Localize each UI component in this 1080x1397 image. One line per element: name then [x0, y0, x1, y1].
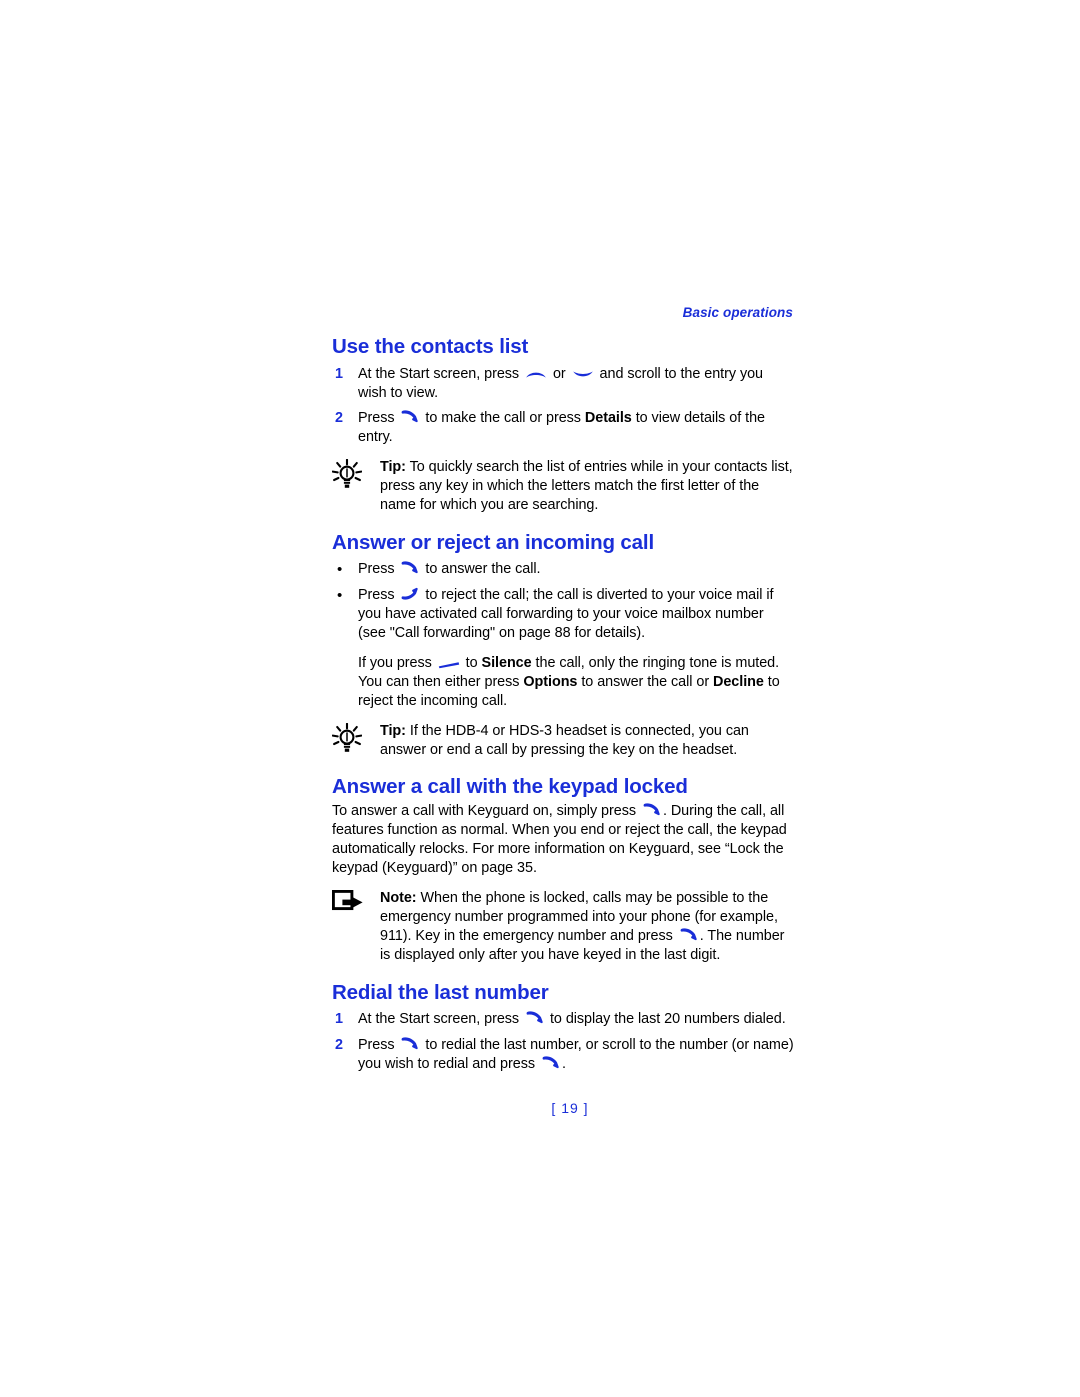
list-item: 1 At the Start screen, press to display … [332, 1010, 794, 1029]
note-callout: Note: When the phone is locked, calls ma… [332, 889, 794, 965]
selection-key-icon [438, 660, 460, 669]
list-marker: 2 [335, 410, 344, 427]
tip-text: To quickly search the list of entries wh… [380, 459, 793, 514]
heading-answer-or-reject-an-incoming-call: Answer or reject an incoming call [332, 530, 655, 554]
keyguard-paragraph: To answer a call with Keyguard on, simpl… [332, 802, 787, 877]
list-item: 1 At the Start screen, press or and scro… [332, 365, 794, 403]
emphasis-text: Options [523, 673, 578, 690]
note-callout-text: Note: When the phone is locked, calls ma… [380, 889, 794, 965]
emphasis-text: Silence [481, 654, 532, 671]
note-label: Note: [380, 890, 417, 907]
list-item-text: Press to reject the call; the call is di… [358, 586, 774, 642]
manual-page: Basic operations Use the contacts list 1… [0, 0, 1080, 1397]
end-key-icon [400, 586, 419, 601]
list-item: 2 Press to redial the last number, or sc… [332, 1036, 794, 1074]
tip-label: Tip: [380, 722, 406, 739]
emphasis-text: Decline [713, 673, 764, 690]
list-marker: 1 [335, 1011, 344, 1028]
lightbulb-tip-icon [332, 722, 380, 755]
list-item-text: At the Start screen, press or and scroll… [358, 365, 763, 402]
page-content: Basic operations Use the contacts list 1… [332, 305, 794, 1116]
list-marker: • [337, 587, 343, 605]
call-key-icon [642, 802, 661, 817]
list-marker: 2 [335, 1036, 344, 1053]
list-item: • Press to reject the call; the call is … [332, 586, 794, 643]
list-item: • Press to answer the call. [332, 560, 794, 580]
list-item-text: Press to answer the call. [358, 560, 541, 578]
call-key-icon [679, 927, 698, 942]
tip-callout: Tip: If the HDB-4 or HDS-3 headset is co… [332, 722, 794, 760]
page-number: [ 19 ] [551, 1099, 589, 1116]
tip-callout-text: Tip: To quickly search the list of entri… [380, 458, 794, 515]
scroll-up-key-icon [525, 369, 547, 380]
tip-callout-text: Tip: If the HDB-4 or HDS-3 headset is co… [380, 722, 794, 760]
tip-label: Tip: [380, 459, 406, 476]
call-key-icon [525, 1010, 544, 1025]
emphasis-text: Details [584, 410, 632, 427]
list-item: 2 Press to make the call or press Detail… [332, 409, 794, 447]
heading-redial-the-last-number: Redial the last number [332, 980, 549, 1004]
running-header: Basic operations [682, 305, 793, 320]
list-marker: • [337, 561, 343, 579]
call-key-icon [541, 1055, 560, 1070]
list-item-text: Press to redial the last number, or scro… [358, 1036, 794, 1072]
list-marker: 1 [335, 365, 344, 382]
call-key-icon [400, 560, 419, 575]
tip-callout: Tip: To quickly search the list of entri… [332, 458, 794, 515]
call-key-icon [400, 409, 419, 424]
call-key-icon [400, 1036, 419, 1051]
heading-use-the-contacts-list: Use the contacts list [332, 335, 529, 358]
list-item-text: Press to make the call or press Details … [358, 409, 765, 446]
list-item-text: At the Start screen, press to display th… [358, 1010, 786, 1028]
note-text: When the phone is locked, calls may be p… [380, 890, 785, 964]
silence-paragraph: If you press to Silence the call, only t… [358, 654, 780, 709]
note-arrow-icon [332, 889, 380, 914]
heading-answer-a-call-with-the-keypad-locked: Answer a call with the keypad locked [332, 774, 688, 798]
lightbulb-tip-icon [332, 458, 380, 491]
scroll-down-key-icon [572, 369, 594, 380]
tip-text: If the HDB-4 or HDS-3 headset is connect… [380, 722, 749, 758]
